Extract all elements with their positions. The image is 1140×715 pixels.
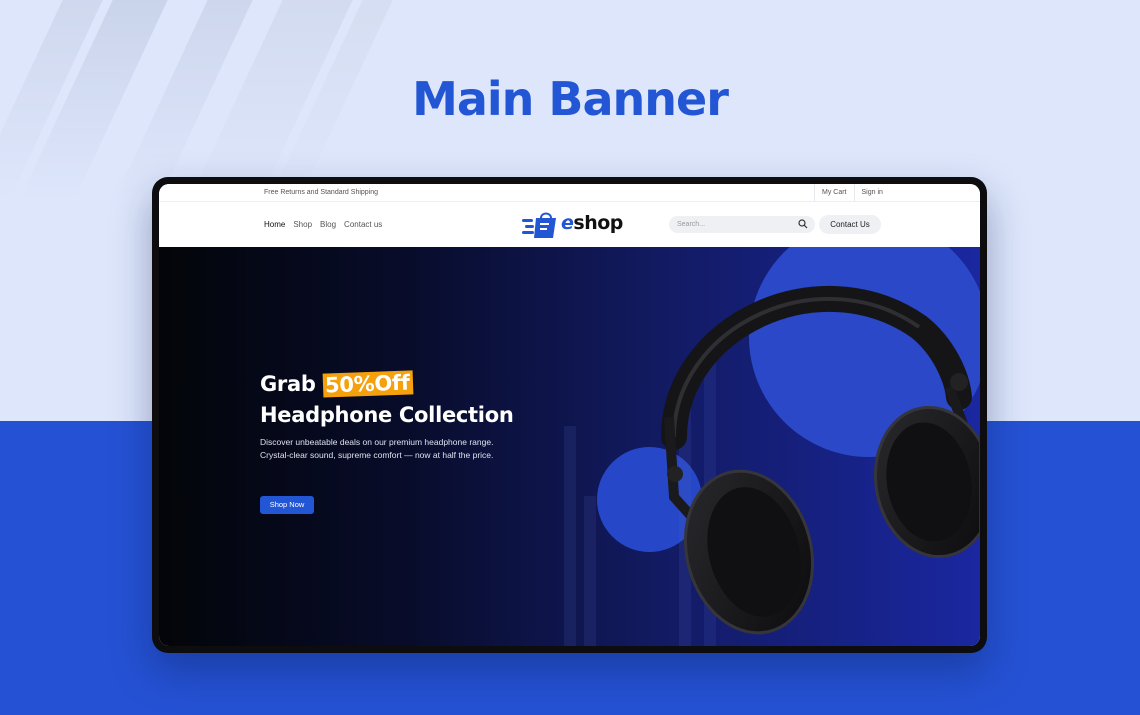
top-bar: Free Returns and Standard Shipping My Ca… xyxy=(159,184,980,202)
discount-highlight: 50%Off xyxy=(322,370,413,398)
shipping-notice: Free Returns and Standard Shipping xyxy=(264,189,379,196)
search-input[interactable]: Search... xyxy=(669,216,815,233)
main-nav: Home Shop Blog Contact us eshop Search..… xyxy=(159,202,980,247)
search-icon[interactable] xyxy=(798,219,808,229)
decorative-bar xyxy=(564,426,576,646)
showcase-title: Main Banner xyxy=(412,72,729,126)
shopping-bag-icon xyxy=(522,212,556,238)
shop-now-button[interactable]: Shop Now xyxy=(260,496,314,514)
top-bar-links: My Cart Sign in xyxy=(814,184,890,202)
contact-us-button[interactable]: Contact Us xyxy=(819,215,881,234)
device-screen: Free Returns and Standard Shipping My Ca… xyxy=(159,184,980,646)
nav-item-blog[interactable]: Blog xyxy=(320,220,336,229)
hero-subheadline: Headphone Collection xyxy=(260,403,514,427)
device-frame: Free Returns and Standard Shipping My Ca… xyxy=(152,177,987,653)
eshop-logo[interactable]: eshop xyxy=(521,210,623,240)
logo-text: eshop xyxy=(561,212,623,234)
search-placeholder: Search... xyxy=(677,221,706,228)
nav-item-contact[interactable]: Contact us xyxy=(344,220,382,229)
nav-links: Home Shop Blog Contact us xyxy=(264,220,382,229)
hero-banner: Grab 50%Off Headphone Collection Discove… xyxy=(159,247,980,646)
sign-in-link[interactable]: Sign in xyxy=(853,184,890,202)
nav-item-shop[interactable]: Shop xyxy=(293,220,312,229)
my-cart-link[interactable]: My Cart xyxy=(814,184,854,202)
headphones-image xyxy=(661,286,979,635)
nav-item-home[interactable]: Home xyxy=(264,220,285,229)
hero-description: Discover unbeatable deals on our premium… xyxy=(260,437,494,460)
hero-headline: Grab 50%Off xyxy=(260,370,413,398)
